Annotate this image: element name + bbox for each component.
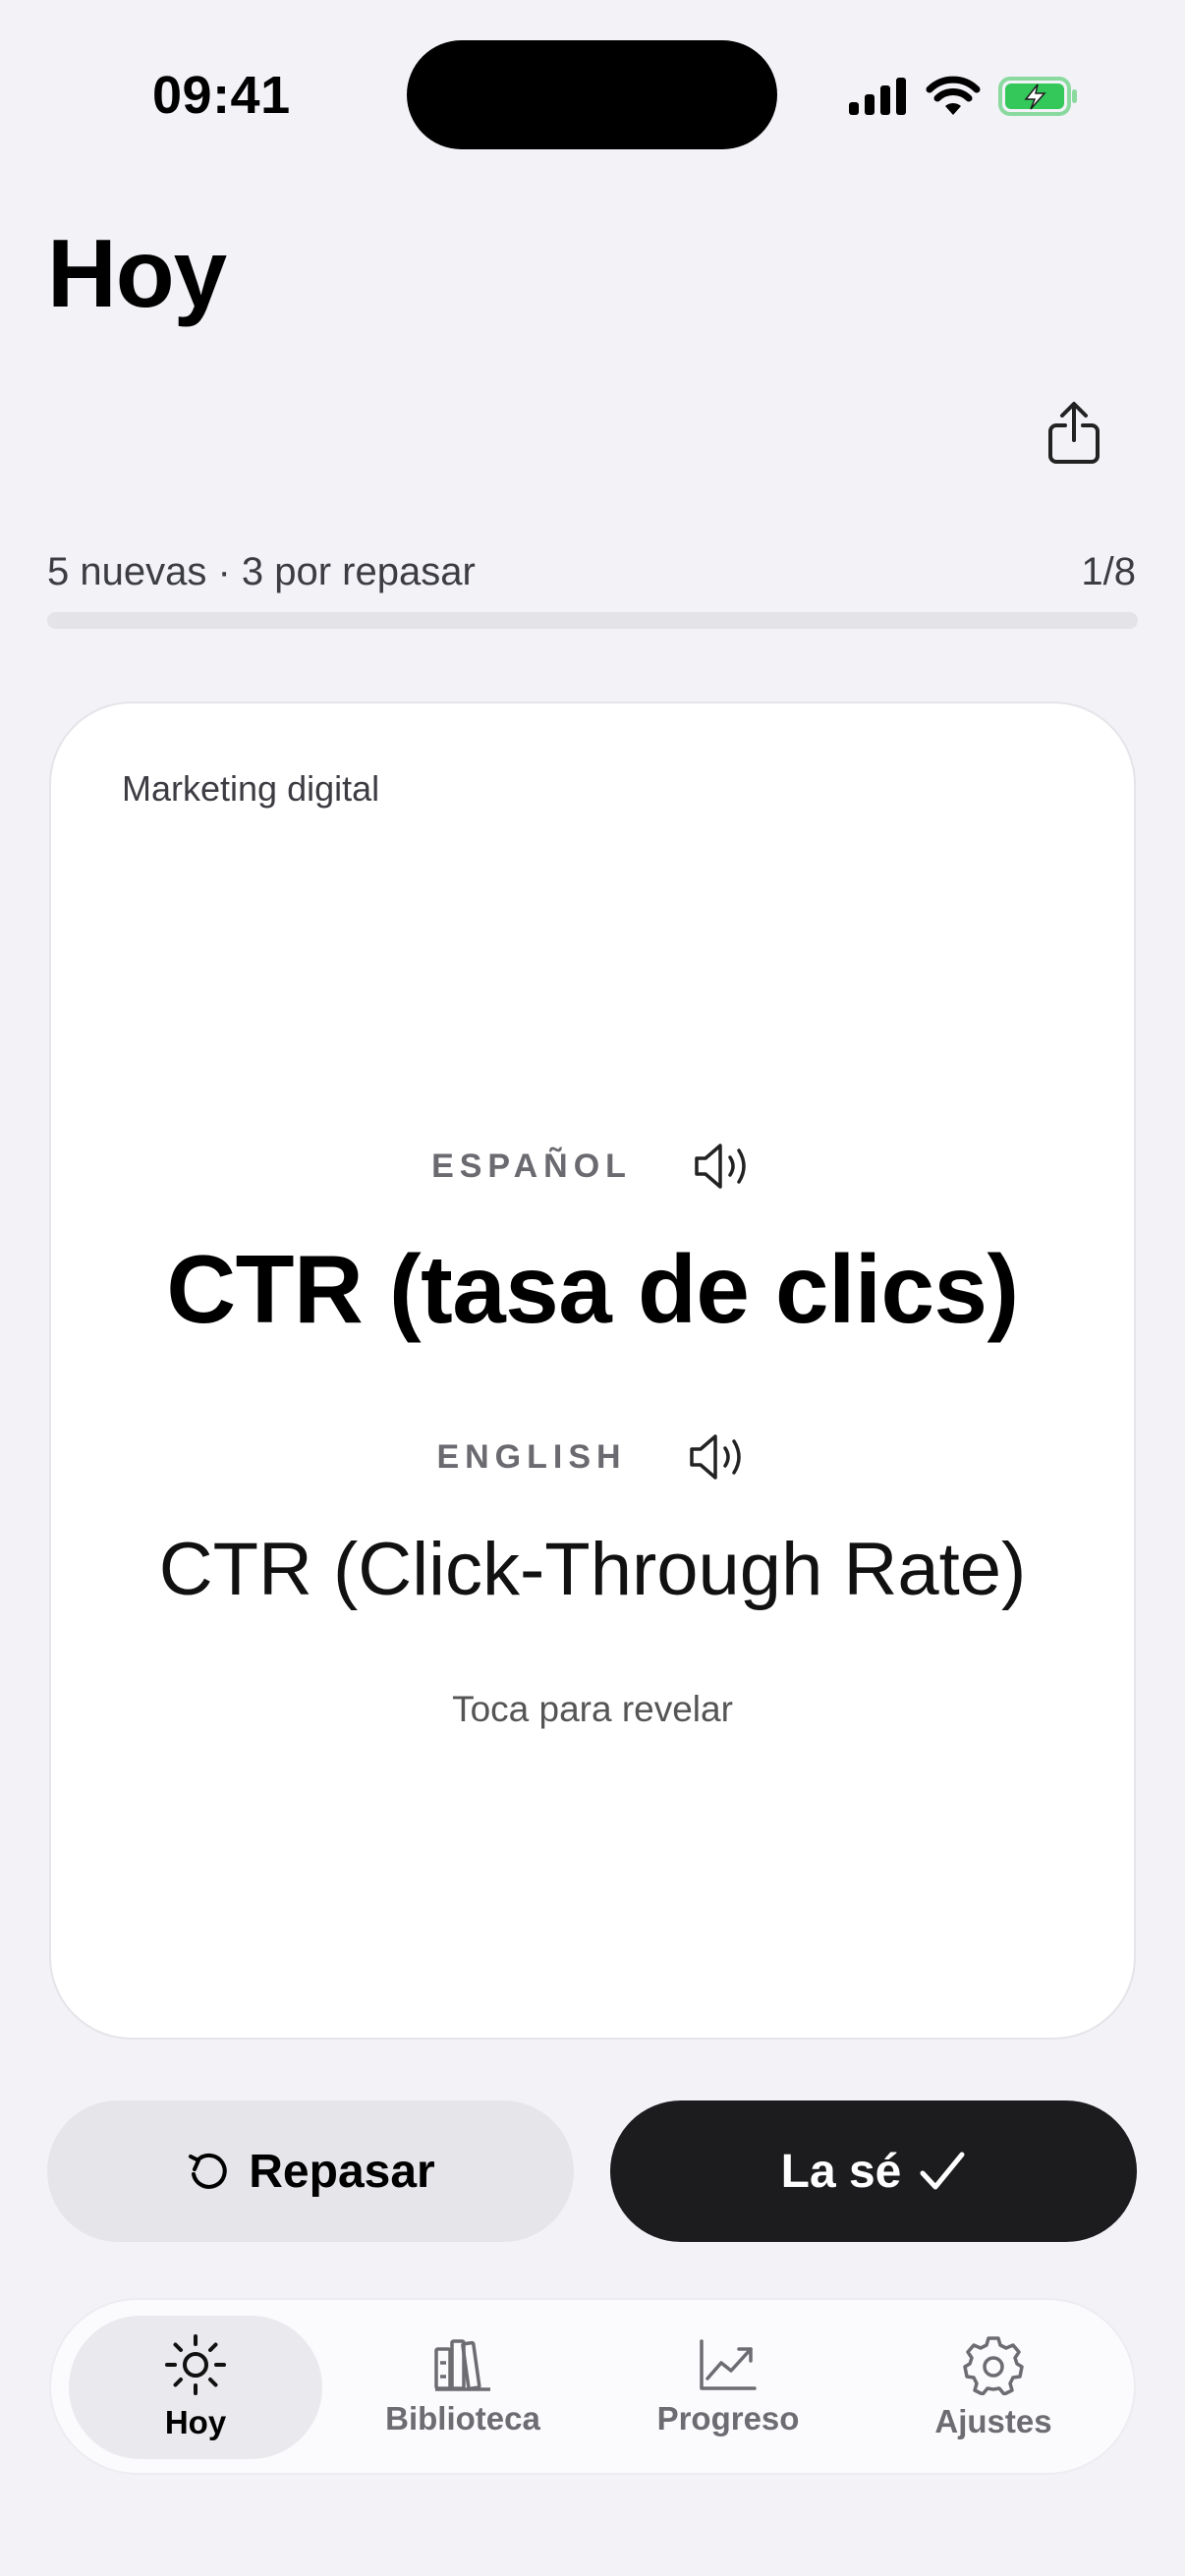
status-time: 09:41 — [152, 66, 291, 125]
speaker-icon[interactable] — [693, 1136, 754, 1197]
know-button-label: La sé — [780, 2145, 902, 2198]
tab-bar: Hoy Biblioteca Progreso Ajustes — [49, 2298, 1136, 2475]
share-button[interactable] — [1042, 401, 1106, 466]
review-button[interactable]: Repasar — [47, 2100, 574, 2242]
progress-bar — [47, 612, 1138, 629]
share-icon — [1048, 402, 1100, 464]
tab-label: Progreso — [656, 2400, 800, 2436]
speaker-icon[interactable] — [688, 1427, 749, 1487]
chart-icon — [700, 2339, 757, 2390]
battery-icon — [998, 77, 1077, 116]
review-button-label: Repasar — [249, 2145, 435, 2198]
know-button[interactable]: La sé — [610, 2100, 1137, 2242]
target-language-row: ENGLISH — [51, 1427, 1134, 1487]
tab-label: Ajustes — [934, 2403, 1052, 2439]
source-term: CTR (tasa de clics) — [166, 1235, 1019, 1343]
tab-label: Hoy — [164, 2404, 227, 2440]
tab-ajustes[interactable]: Ajustes — [867, 2316, 1120, 2459]
target-term: CTR (Click-Through Rate) — [158, 1528, 1027, 1611]
card-category: Marketing digital — [122, 768, 380, 809]
tab-label: Biblioteca — [385, 2400, 540, 2436]
tab-progreso[interactable]: Progreso — [601, 2316, 855, 2459]
dynamic-island — [407, 40, 777, 149]
progress-label: 5 nuevas · 3 por repasar — [47, 550, 476, 593]
target-language-label: ENGLISH — [436, 1437, 627, 1476]
source-language-row: ESPAÑOL — [51, 1136, 1134, 1197]
checkmark-icon — [920, 2152, 965, 2190]
reveal-hint: Toca para revelar — [452, 1689, 733, 1729]
screen: 09:41 Hoy 5 nuevas · 3 por repasar 1/8 M… — [0, 0, 1185, 2576]
progress-count: 1/8 — [1081, 550, 1136, 593]
sun-icon — [165, 2334, 226, 2395]
status-icons — [847, 71, 1079, 122]
page-title: Hoy — [47, 219, 227, 327]
books-icon — [434, 2339, 490, 2391]
gear-icon — [963, 2336, 1024, 2395]
wifi-icon — [926, 76, 981, 115]
source-language-label: ESPAÑOL — [431, 1147, 632, 1185]
undo-icon — [189, 2153, 227, 2189]
flashcard[interactable]: Marketing digital ESPAÑOL CTR (tasa de c… — [49, 701, 1136, 2040]
tab-biblioteca[interactable]: Biblioteca — [336, 2316, 590, 2459]
signal-icon — [849, 78, 906, 115]
tab-hoy[interactable]: Hoy — [69, 2316, 322, 2459]
